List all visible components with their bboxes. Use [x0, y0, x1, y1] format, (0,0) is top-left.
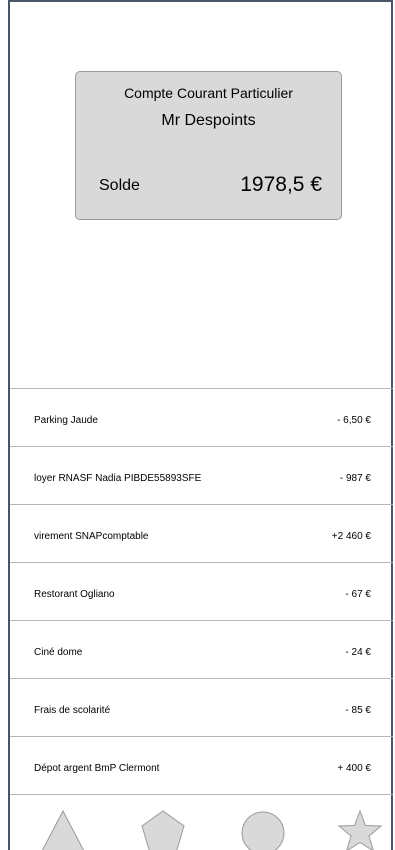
transaction-amount: + 400 €	[337, 763, 371, 774]
transaction-label: Restorant Ogliano	[34, 589, 115, 600]
transaction-label: virement SNAPcomptable	[34, 531, 149, 542]
transaction-row[interactable]: Dépot argent BmP Clermont + 400 €	[10, 737, 393, 795]
account-holder: Mr Despoints	[161, 112, 256, 129]
transaction-row[interactable]: virement SNAPcomptable +2 460 €	[10, 505, 393, 563]
balance-value: 1978,5 €	[240, 173, 322, 196]
account-type: Compte Courant Particulier	[124, 85, 293, 101]
account-card[interactable]: Compte Courant Particulier Mr Despoints …	[75, 71, 342, 220]
circle-icon	[241, 811, 285, 850]
transaction-label: Dépot argent BmP Clermont	[34, 763, 160, 774]
transaction-label: loyer RNASF Nadia PIBDE55893SFE	[34, 473, 202, 484]
transaction-row[interactable]: Ciné dome - 24 €	[10, 621, 393, 679]
transaction-list: Parking Jaude - 6,50 € loyer RNASF Nadia…	[10, 388, 393, 795]
triangle-icon	[42, 809, 84, 850]
transaction-amount: - 85 €	[345, 705, 371, 716]
transaction-label: Parking Jaude	[34, 415, 98, 426]
transaction-row[interactable]: Restorant Ogliano - 67 €	[10, 563, 393, 621]
pentagon-icon	[141, 810, 185, 850]
star-icon	[337, 809, 383, 850]
tab-triangle[interactable]	[38, 809, 88, 850]
tab-bar	[10, 803, 393, 850]
transaction-row[interactable]: Parking Jaude - 6,50 €	[10, 389, 393, 447]
transaction-row[interactable]: loyer RNASF Nadia PIBDE55893SFE - 987 €	[10, 447, 393, 505]
transaction-row[interactable]: Frais de scolarité - 85 €	[10, 679, 393, 737]
transaction-amount: - 24 €	[345, 647, 371, 658]
tab-circle[interactable]	[238, 809, 288, 850]
transaction-amount: - 6,50 €	[337, 415, 371, 426]
balance-label: Solde	[99, 177, 140, 194]
transaction-amount: - 67 €	[345, 589, 371, 600]
transaction-label: Ciné dome	[34, 647, 83, 658]
tab-pentagon[interactable]	[138, 809, 188, 850]
transaction-label: Frais de scolarité	[34, 705, 111, 716]
transaction-amount: +2 460 €	[331, 531, 371, 542]
transaction-amount: - 987 €	[339, 473, 371, 484]
phone-frame: Compte Courant Particulier Mr Despoints …	[8, 0, 393, 850]
tab-star[interactable]	[335, 809, 385, 850]
